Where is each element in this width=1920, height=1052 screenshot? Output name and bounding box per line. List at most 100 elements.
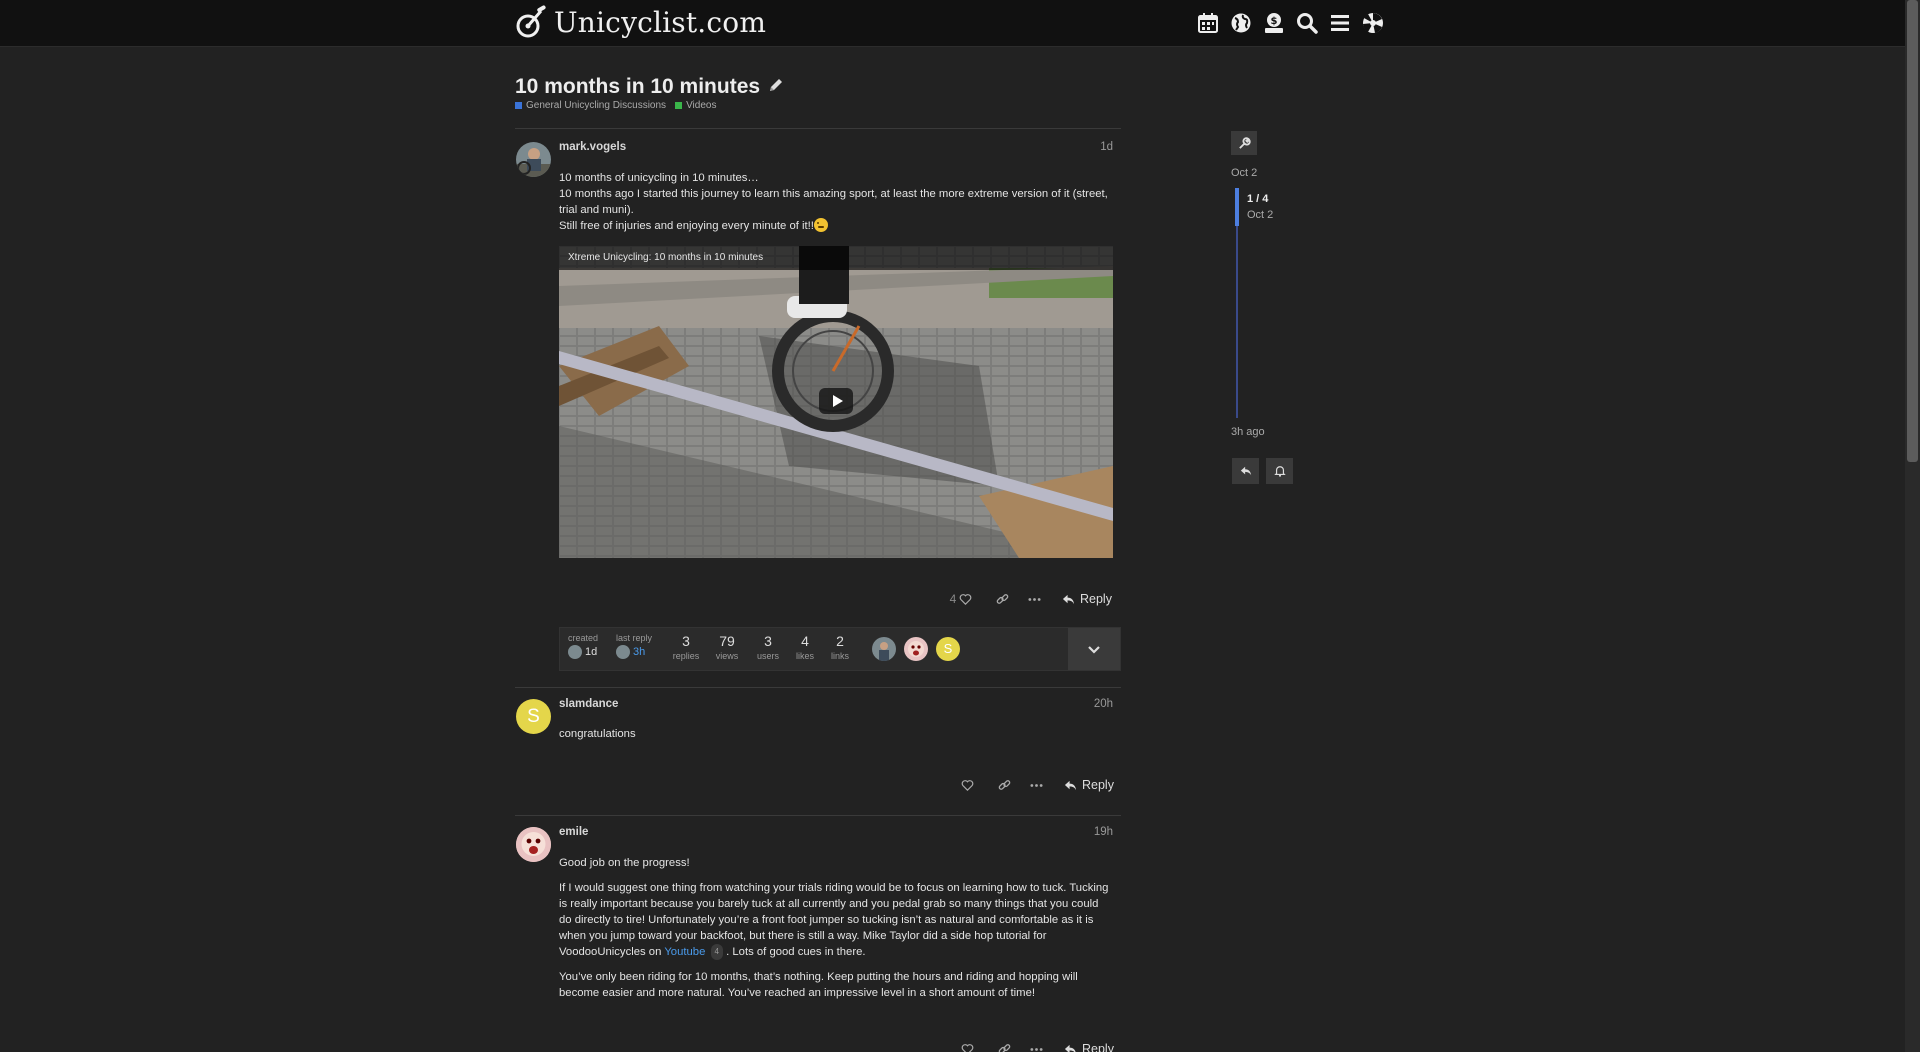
avatar[interactable]: S xyxy=(516,699,551,734)
copy-link-button[interactable] xyxy=(986,588,1018,610)
copy-link-button[interactable] xyxy=(988,774,1020,796)
stat-likes: 4 likes xyxy=(792,633,818,661)
topic-map-created[interactable]: created 1d xyxy=(568,633,598,659)
notification-level-button[interactable] xyxy=(1266,458,1293,484)
avatar xyxy=(568,645,582,659)
stat-value: 2 xyxy=(836,633,844,649)
user-avatar[interactable] xyxy=(1361,10,1385,36)
post-username[interactable]: emile xyxy=(559,826,588,838)
category-label: Videos xyxy=(686,100,717,111)
post-date[interactable]: 19h xyxy=(1053,826,1113,838)
stat-label: likes xyxy=(795,651,814,661)
created-value: 1d xyxy=(585,646,598,658)
topic-map: created 1d last reply 3h 3 replies 79 vi… xyxy=(559,627,1121,671)
bell-icon xyxy=(1273,466,1286,477)
search-icon[interactable] xyxy=(1295,10,1319,36)
topic-map-expand-button[interactable] xyxy=(1068,628,1120,670)
post-paragraph: congratulations xyxy=(559,728,636,740)
avatar[interactable] xyxy=(904,637,928,661)
stat-label: replies xyxy=(672,651,700,661)
edit-pencil-icon[interactable] xyxy=(768,77,784,98)
like-button[interactable] xyxy=(955,774,979,796)
like-count: 4 xyxy=(949,592,957,606)
post-username[interactable]: mark.vogels xyxy=(559,141,626,153)
site-header: Unicyclist.com $ xyxy=(0,0,1905,47)
more-actions-button[interactable] xyxy=(1018,588,1050,610)
post-body: 10 months of unicycling in 10 minutes… 1… xyxy=(559,170,1114,234)
like-button[interactable]: 4 xyxy=(944,588,978,610)
post-divider xyxy=(515,128,1121,129)
reply-label: Reply xyxy=(1082,1042,1114,1052)
reply-arrow-icon xyxy=(1064,1044,1076,1052)
post-paragraph: If I would suggest one thing from watchi… xyxy=(559,880,1114,960)
heart-icon xyxy=(961,1043,973,1052)
timeline-position-date: Oct 2 xyxy=(1247,209,1274,221)
post-text: . Lots of good cues in there. xyxy=(726,946,866,958)
post-username[interactable]: slamdance xyxy=(559,698,618,710)
link-icon xyxy=(996,593,1008,604)
last-reply-info: 3h xyxy=(616,645,652,659)
reply-button[interactable]: Reply xyxy=(1062,592,1112,606)
reply-label: Reply xyxy=(1082,778,1114,792)
play-button[interactable] xyxy=(819,388,853,414)
timeline-handle[interactable] xyxy=(1235,188,1239,226)
timeline-start-date[interactable]: Oct 2 xyxy=(1231,167,1257,179)
ellipsis-icon xyxy=(1029,783,1043,787)
post-date[interactable]: 20h xyxy=(1053,698,1113,710)
stat-value: 79 xyxy=(719,633,735,649)
header-icons: $ xyxy=(1196,10,1385,36)
stat-value: 4 xyxy=(801,633,809,649)
post-date[interactable]: 1d xyxy=(1053,141,1113,153)
post-divider xyxy=(515,815,1121,816)
stat-users: 3 users xyxy=(753,633,783,661)
reply-button[interactable]: Reply xyxy=(1064,1042,1114,1052)
like-button[interactable] xyxy=(955,1038,979,1052)
calendar-icon[interactable] xyxy=(1196,10,1220,36)
avatar[interactable]: S xyxy=(936,637,960,661)
video-title[interactable]: Xtreme Unicycling: 10 months in 10 minut… xyxy=(559,246,1113,270)
more-actions-button[interactable] xyxy=(1020,774,1052,796)
topic-title[interactable]: 10 months in 10 minutes xyxy=(515,75,760,99)
page-scrollbar[interactable] xyxy=(1905,0,1920,1052)
category-general[interactable]: General Unicycling Discussions xyxy=(515,100,666,111)
scrollbar-thumb[interactable] xyxy=(1907,0,1918,462)
reply-arrow-icon xyxy=(1064,780,1077,790)
timeline-end-label[interactable]: 3h ago xyxy=(1231,426,1265,438)
stat-label: views xyxy=(715,651,739,661)
stat-value: 3 xyxy=(682,633,690,649)
more-actions-button[interactable] xyxy=(1020,1038,1052,1052)
created-info: 1d xyxy=(568,645,598,659)
youtube-link[interactable]: Youtube xyxy=(664,946,705,958)
avatar xyxy=(616,645,630,659)
video-embed[interactable]: Xtreme Unicycling: 10 months in 10 minut… xyxy=(559,246,1113,558)
admin-wrench-button[interactable] xyxy=(1231,131,1257,155)
stat-replies: 3 replies xyxy=(671,633,701,661)
topic-map-last-reply[interactable]: last reply 3h xyxy=(616,633,652,659)
avatar[interactable] xyxy=(516,827,551,862)
chevron-down-icon xyxy=(1088,646,1100,654)
svg-text:$: $ xyxy=(1271,16,1278,27)
stat-views: 79 views xyxy=(710,633,744,661)
topic-title-row: 10 months in 10 minutes xyxy=(515,75,784,99)
timeline-reply-button[interactable] xyxy=(1232,458,1259,484)
last-reply-label: last reply xyxy=(616,633,653,643)
link-click-count: 4 xyxy=(710,944,723,960)
site-logo[interactable]: Unicyclist.com xyxy=(514,5,766,39)
post-line: Still free of injuries and enjoying ever… xyxy=(559,218,1114,234)
stat-links: 2 links xyxy=(827,633,853,661)
post-actions: Reply xyxy=(955,774,1114,796)
reply-arrow-icon xyxy=(1240,466,1251,476)
heart-icon xyxy=(961,779,973,791)
stat-value: 3 xyxy=(764,633,772,649)
reply-button[interactable]: Reply xyxy=(1064,778,1114,792)
category-videos[interactable]: Videos xyxy=(675,100,716,111)
menu-icon[interactable] xyxy=(1328,10,1352,36)
avatar[interactable] xyxy=(516,142,551,177)
donate-icon[interactable]: $ xyxy=(1262,10,1286,36)
post-paragraph: You’ve only been riding for 10 months, t… xyxy=(559,971,1078,999)
topic-categories: General Unicycling Discussions Videos xyxy=(515,100,716,111)
avatar[interactable] xyxy=(872,637,896,661)
post-line: 10 months ago I started this journey to … xyxy=(559,188,1108,216)
copy-link-button[interactable] xyxy=(988,1038,1020,1052)
globe-icon[interactable] xyxy=(1229,10,1253,36)
